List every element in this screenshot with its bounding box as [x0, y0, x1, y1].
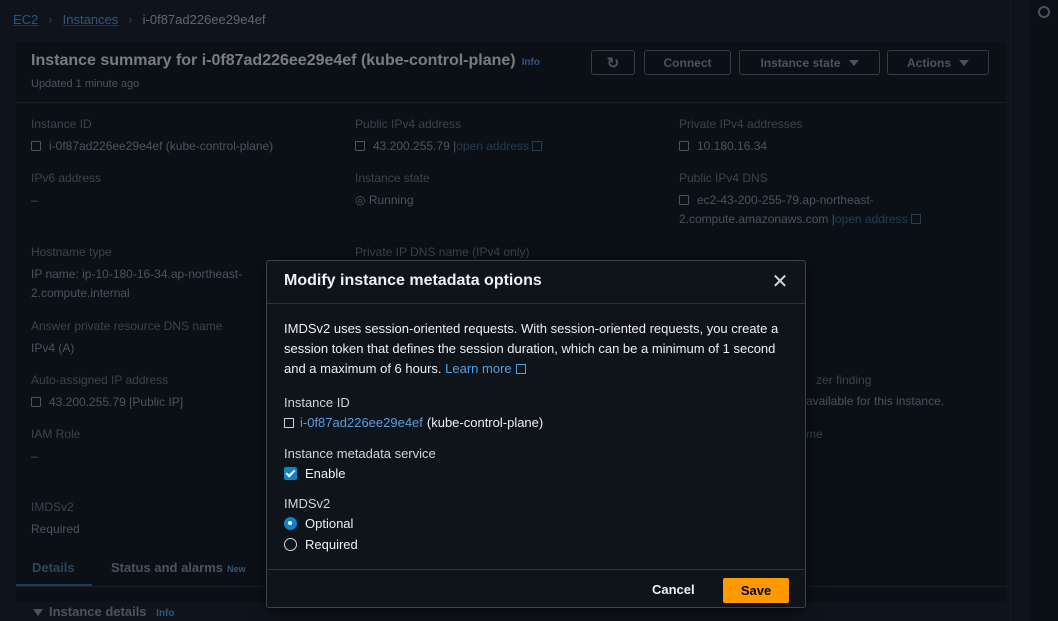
modal-footer-divider — [267, 569, 805, 570]
modify-metadata-modal: Modify instance metadata options ✕ IMDSv… — [266, 260, 806, 608]
learn-more-label: Learn more — [445, 361, 512, 376]
optional-label: Optional — [305, 516, 354, 531]
required-label: Required — [305, 537, 358, 552]
modal-field-instance-id: Instance ID i-0f87ad226ee29e4ef (kube-co… — [284, 395, 543, 430]
modal-description: IMDSv2 uses session-oriented requests. W… — [284, 319, 789, 379]
enable-checkbox[interactable] — [284, 467, 297, 480]
enable-label: Enable — [305, 466, 346, 481]
field-label: Instance ID — [284, 395, 350, 410]
instance-id-link[interactable]: i-0f87ad226ee29e4ef — [300, 415, 423, 430]
modal-title: Modify instance metadata options — [284, 272, 542, 289]
description-text: IMDSv2 uses session-oriented requests. W… — [284, 321, 779, 376]
cancel-button[interactable]: Cancel — [652, 582, 695, 597]
modal-field-metadata-service: Instance metadata service Enable — [284, 446, 436, 481]
close-icon[interactable]: ✕ — [771, 272, 789, 292]
save-button[interactable]: Save — [723, 578, 789, 603]
field-label: IMDSv2 — [284, 496, 331, 511]
copy-icon[interactable] — [284, 417, 294, 428]
optional-radio[interactable] — [284, 517, 297, 530]
modal-field-imdsv2: IMDSv2 Optional Required — [284, 496, 358, 552]
instance-name: (kube-control-plane) — [426, 415, 544, 430]
modal-header: Modify instance metadata options ✕ — [267, 261, 805, 304]
required-radio[interactable] — [284, 538, 297, 551]
field-label: Instance metadata service — [284, 446, 436, 461]
learn-more-link[interactable]: Learn more — [445, 361, 526, 376]
external-link-icon — [515, 364, 526, 374]
